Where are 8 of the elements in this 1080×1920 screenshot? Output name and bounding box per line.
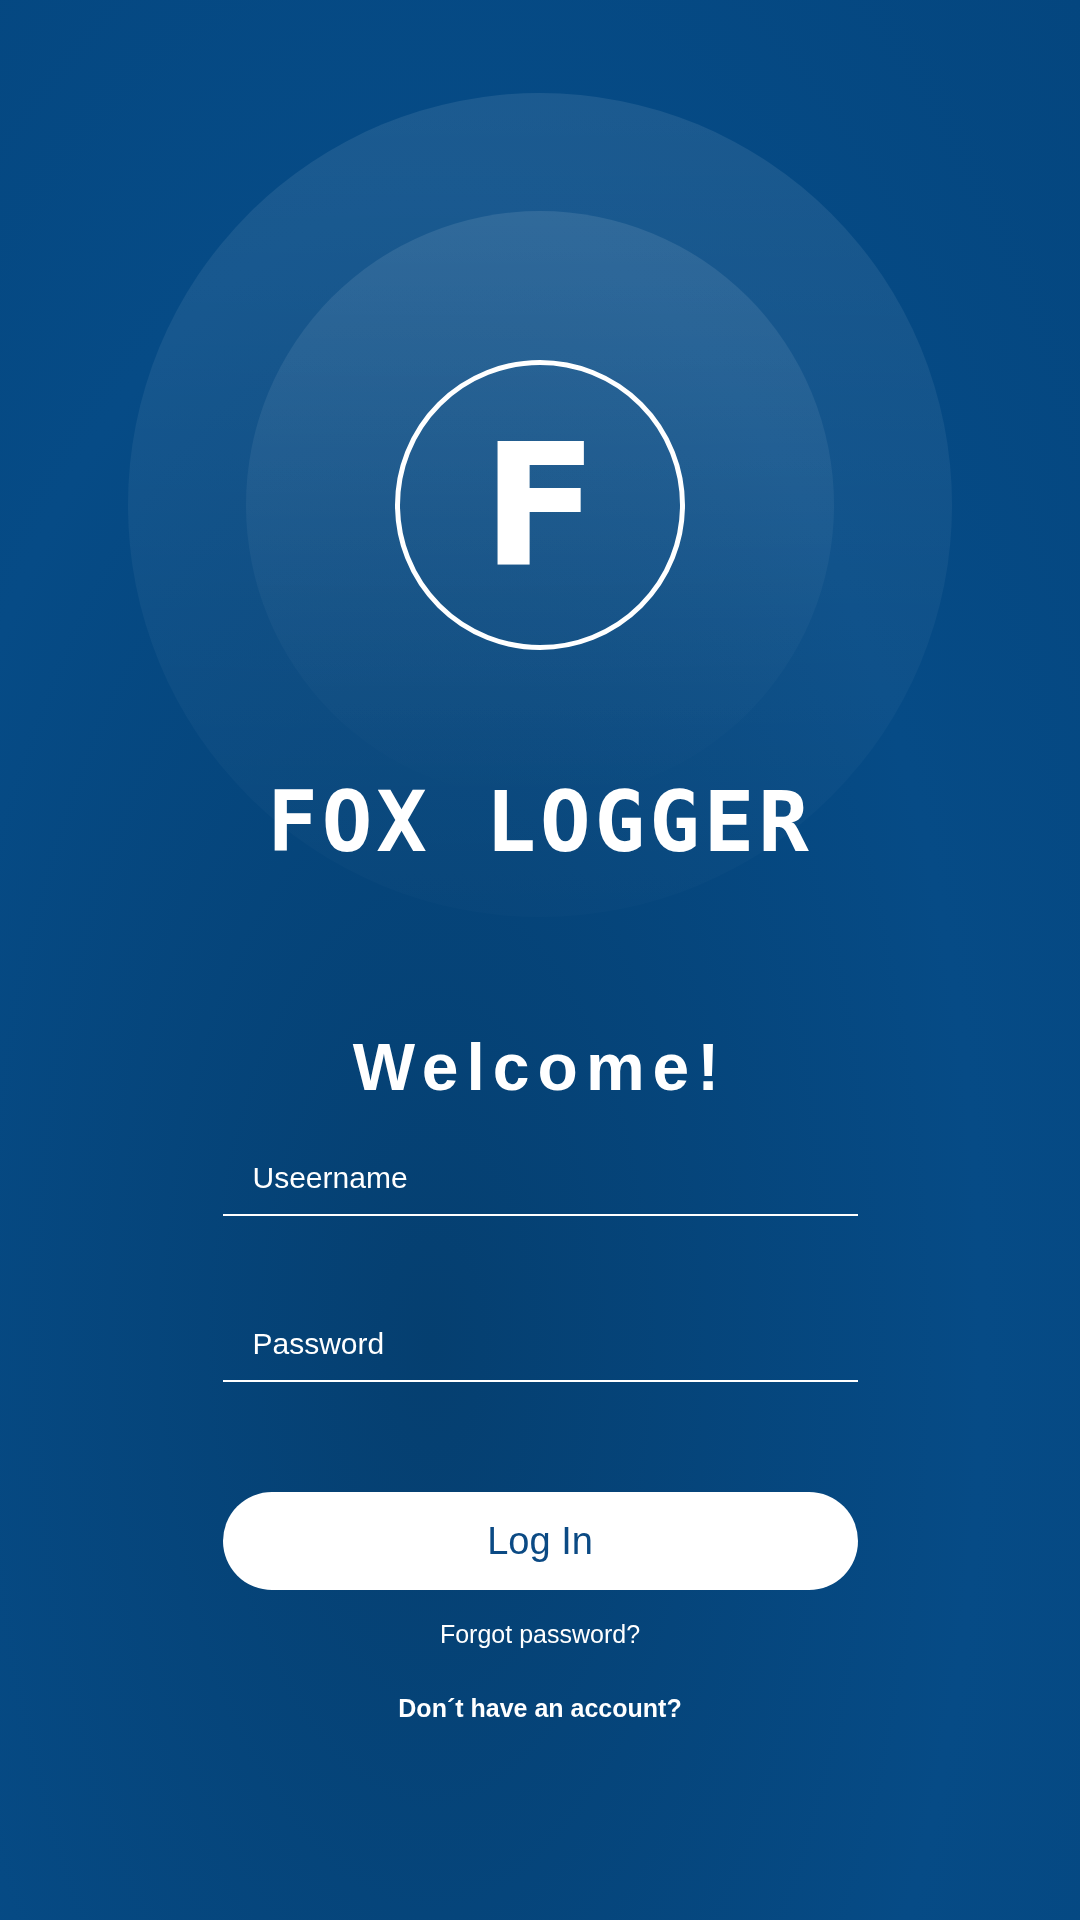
login-button[interactable]: Log In <box>222 1492 858 1590</box>
forgot-password-link[interactable]: Forgot password? <box>439 1616 641 1654</box>
app-name: FOX LOGGER <box>267 780 813 864</box>
welcome-heading: Welcome! <box>352 1034 728 1100</box>
input-field[interactable]: Useername <box>222 1150 858 1216</box>
input-field[interactable]: Password <box>222 1316 858 1382</box>
signup-link[interactable]: Don´t have an account? <box>398 1689 682 1727</box>
logo-letter: F <box>481 420 599 590</box>
